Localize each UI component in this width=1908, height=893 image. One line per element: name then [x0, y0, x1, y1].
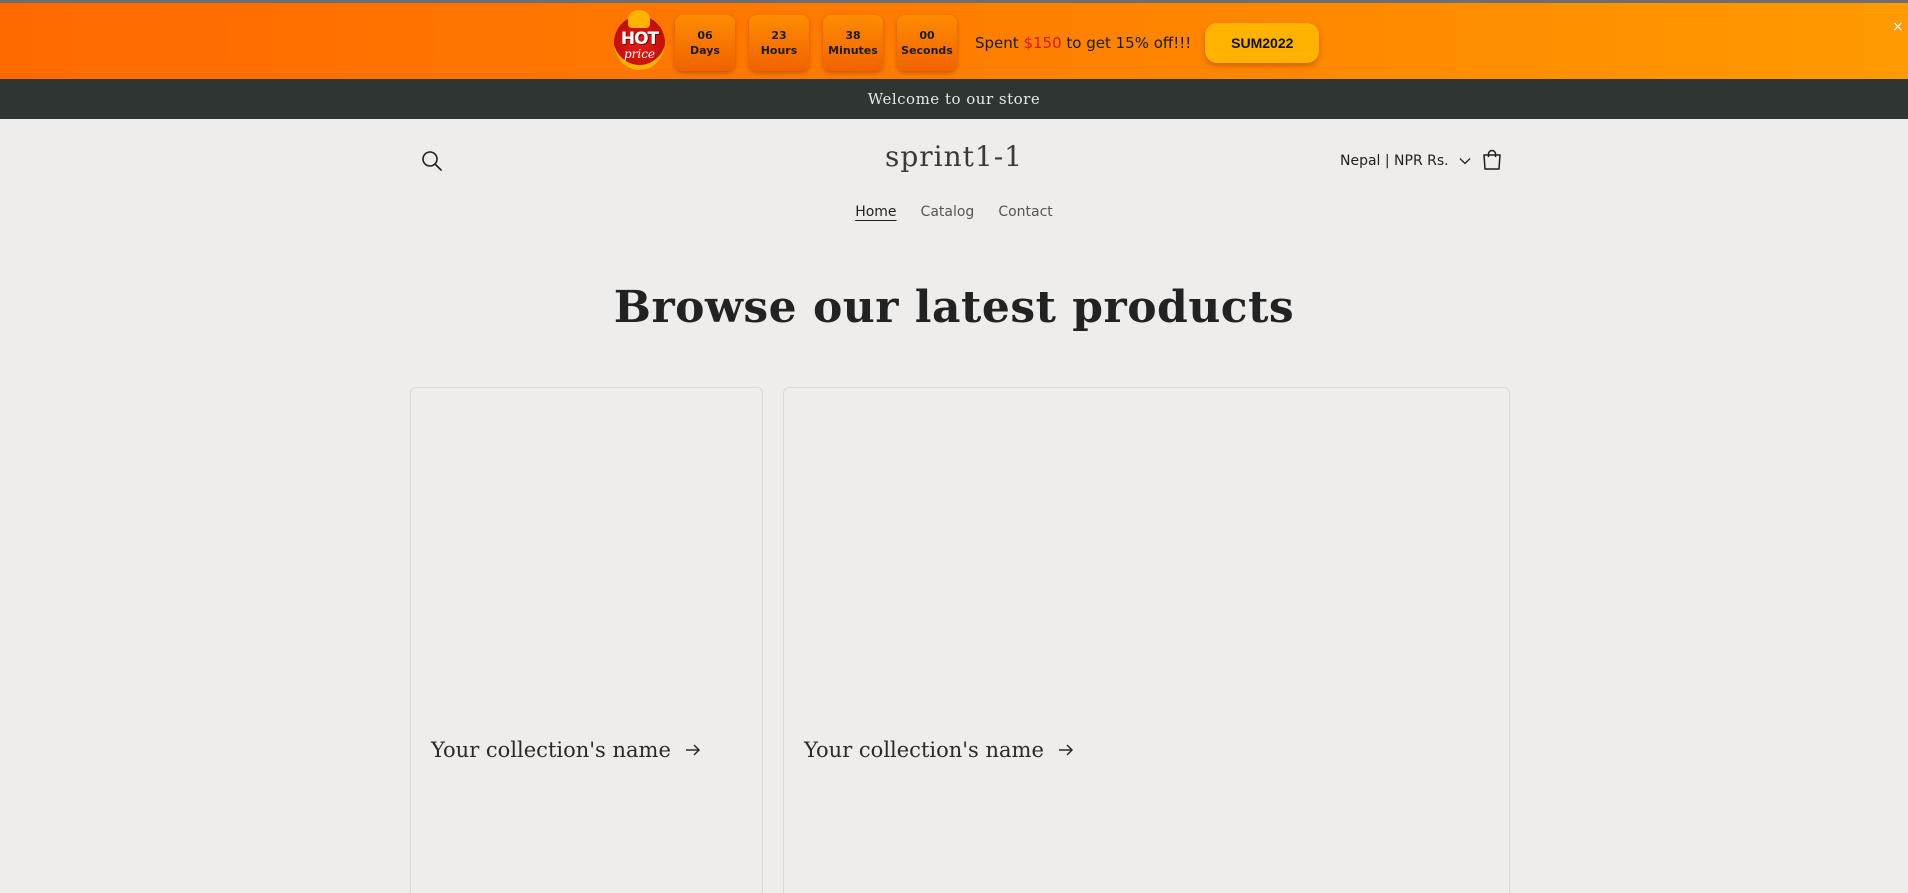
countdown-hours-unit: Hours: [760, 44, 798, 57]
countdown-seconds-value: 00: [919, 29, 935, 42]
collection-card[interactable]: Your collection's name: [410, 387, 763, 893]
collection-card[interactable]: Your collection's name: [783, 387, 1510, 893]
countdown-hours-value: 23: [771, 29, 787, 42]
nav-link-home[interactable]: Home: [855, 204, 896, 220]
main-nav: Home Catalog Contact: [0, 204, 1908, 220]
countdown-minutes-unit: Minutes: [828, 44, 878, 57]
countdown-days-unit: Days: [690, 44, 720, 57]
arrow-right-icon: [1058, 744, 1073, 756]
collection-title: Your collection's name: [431, 738, 671, 762]
badge-price-text: price: [623, 47, 656, 61]
promo-bar: HOT price 06 Days 23 Hours 38 Minutes 00…: [0, 0, 1908, 79]
store-logo[interactable]: sprint1-1: [0, 140, 1908, 173]
countdown-days-value: 06: [697, 29, 713, 42]
countdown-minutes-value: 38: [845, 29, 861, 42]
promo-amount: $150: [1023, 34, 1062, 52]
countdown-days: 06 Days: [675, 15, 735, 71]
hot-price-badge-icon: HOT price: [614, 10, 665, 70]
coupon-code-button[interactable]: SUM2022: [1205, 23, 1320, 63]
arrow-right-icon: [685, 744, 700, 756]
promo-text-after: to get 15% off!!!: [1061, 34, 1192, 52]
cart-button[interactable]: [1480, 148, 1504, 172]
promo-content: HOT price 06 Days 23 Hours 38 Minutes 00…: [614, 10, 1320, 72]
flame-shape: [628, 10, 650, 28]
chevron-down-icon: [1459, 158, 1471, 165]
country-currency-selector[interactable]: Nepal | NPR Rs.: [1340, 150, 1471, 172]
promo-text-before: Spent: [975, 34, 1024, 52]
announcement-bar: Welcome to our store: [0, 79, 1908, 119]
announcement-text: Welcome to our store: [867, 90, 1041, 108]
countdown-minutes: 38 Minutes: [823, 15, 883, 71]
collection-title-link[interactable]: Your collection's name: [804, 738, 1074, 762]
nav-link-catalog[interactable]: Catalog: [921, 204, 975, 220]
page-heading: Browse our latest products: [613, 282, 1295, 333]
currency-label: Nepal | NPR Rs.: [1340, 153, 1449, 169]
cart-icon: [1483, 149, 1501, 170]
nav-link-contact[interactable]: Contact: [998, 204, 1052, 220]
countdown-seconds-unit: Seconds: [901, 44, 953, 57]
countdown-hours: 23 Hours: [749, 15, 809, 71]
badge-hot-text: HOT: [620, 29, 659, 49]
collection-title-link[interactable]: Your collection's name: [431, 738, 701, 762]
close-icon[interactable]: ×: [1892, 19, 1904, 35]
collection-title: Your collection's name: [804, 738, 1044, 762]
promo-message: Spent $150 to get 15% off!!!: [975, 34, 1191, 52]
countdown-seconds: 00 Seconds: [897, 15, 957, 71]
